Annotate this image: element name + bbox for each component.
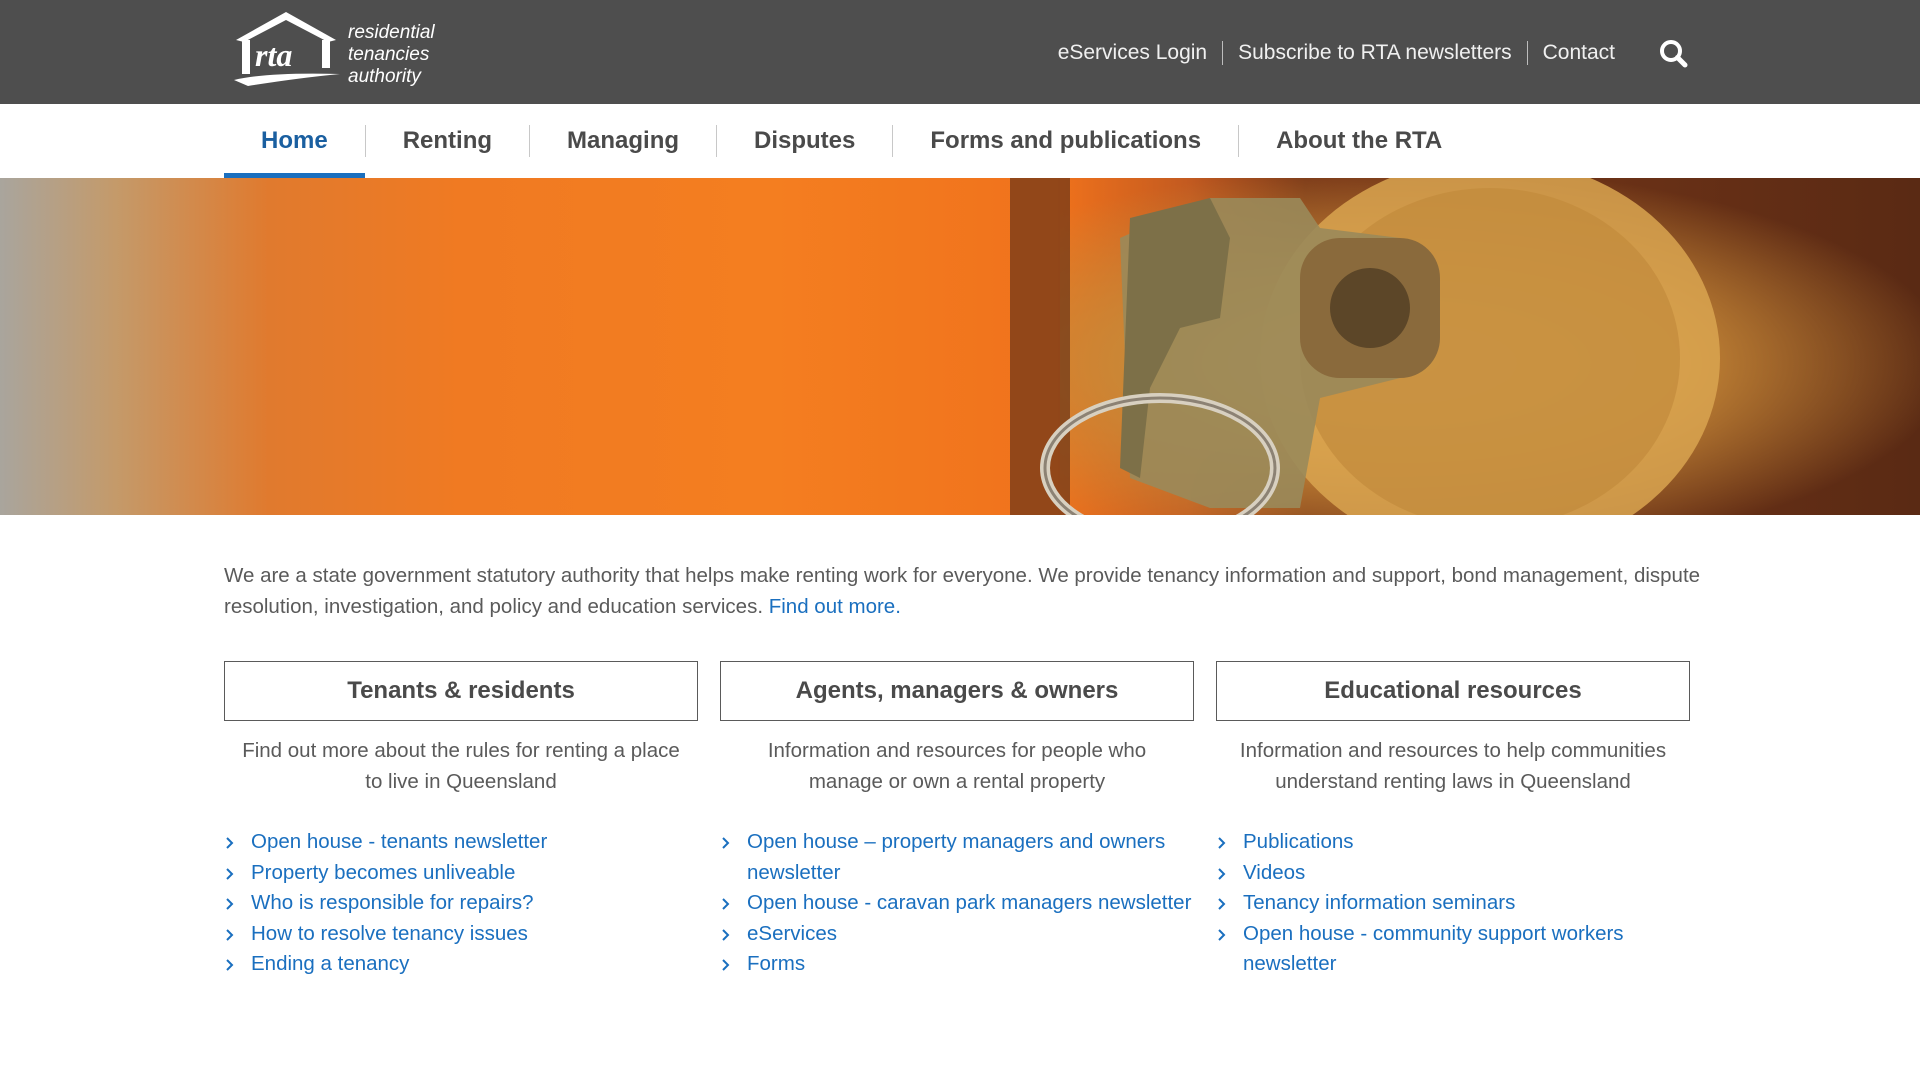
- list-item: Property becomes unliveable: [224, 858, 698, 889]
- intro-paragraph: We are a state government statutory auth…: [224, 560, 1704, 622]
- chevron-right-icon: [226, 959, 234, 972]
- key-in-lock-illustration: [1010, 178, 1720, 515]
- nav-disputes[interactable]: Disputes: [717, 104, 892, 178]
- link-tenants-newsletter[interactable]: Open house - tenants newsletter: [251, 830, 547, 853]
- tenants-residents-column: Tenants & residents Find out more about …: [224, 661, 698, 980]
- chevron-right-icon: [226, 898, 234, 910]
- logo-mark-text: rta: [255, 37, 292, 73]
- education-links-list: Publications Videos Tenancy information …: [1216, 827, 1690, 980]
- logo-word: tenancies: [348, 44, 430, 65]
- link-information-seminars[interactable]: Tenancy information seminars: [1243, 891, 1515, 914]
- link-videos[interactable]: Videos: [1243, 861, 1305, 884]
- list-item: Tenancy information seminars: [1216, 888, 1690, 919]
- link-eservices[interactable]: eServices: [747, 922, 837, 945]
- chevron-right-icon: [1218, 837, 1226, 849]
- list-item: Ending a tenancy: [224, 949, 698, 980]
- contact-link[interactable]: Contact: [1528, 39, 1630, 67]
- nav-about-rta[interactable]: About the RTA: [1239, 104, 1479, 178]
- find-out-more-link[interactable]: Find out more: [769, 595, 895, 618]
- chevron-right-icon: [226, 867, 234, 880]
- chevron-right-icon: [1218, 929, 1226, 941]
- link-caravan-park-newsletter[interactable]: Open house - caravan park managers newsl…: [747, 891, 1191, 914]
- link-publications[interactable]: Publications: [1243, 830, 1354, 853]
- list-item: Who is responsible for repairs?: [224, 888, 698, 919]
- nav-managing[interactable]: Managing: [530, 104, 716, 178]
- list-item: Publications: [1216, 827, 1690, 858]
- main-nav: Home Renting Managing Disputes Forms and…: [224, 104, 1479, 178]
- search-icon: [1660, 40, 1688, 68]
- search-button[interactable]: [1658, 38, 1690, 70]
- list-item: Open house - tenants newsletter: [224, 827, 698, 858]
- chevron-right-icon: [226, 929, 234, 941]
- column-description: Information and resources to help commun…: [1239, 739, 1667, 793]
- chevron-right-icon: [722, 837, 730, 849]
- logo-wordmark: residential tenancies authority: [348, 22, 435, 88]
- eservices-login-link[interactable]: eServices Login: [1043, 39, 1222, 67]
- list-item: Open house - community support workers n…: [1216, 919, 1690, 980]
- list-item: Videos: [1216, 858, 1690, 889]
- hero-image-key-in-lock: [0, 178, 1920, 515]
- link-repairs-responsibility[interactable]: Who is responsible for repairs?: [251, 891, 534, 914]
- nav-forms-publications[interactable]: Forms and publications: [893, 104, 1238, 178]
- link-forms[interactable]: Forms: [747, 952, 805, 975]
- educational-resources-column: Educational resources Information and re…: [1216, 661, 1690, 980]
- intro-link-suffix: .: [895, 595, 901, 618]
- logo-word: authority: [348, 66, 421, 87]
- top-bar: rta residential tenancies authority eSer…: [0, 0, 1920, 104]
- subscribe-newsletters-link[interactable]: Subscribe to RTA newsletters: [1223, 39, 1527, 67]
- nav-renting[interactable]: Renting: [366, 104, 529, 178]
- chevron-right-icon: [722, 929, 730, 941]
- utility-nav: eServices Login Subscribe to RTA newslet…: [1043, 38, 1630, 68]
- nav-home[interactable]: Home: [224, 104, 365, 178]
- agents-links-list: Open house – property managers and owner…: [720, 827, 1194, 980]
- link-resolve-issues[interactable]: How to resolve tenancy issues: [251, 922, 528, 945]
- tenants-residents-button[interactable]: Tenants & residents: [224, 661, 698, 721]
- column-description: Information and resources for people who…: [767, 739, 1147, 793]
- list-item: eServices: [720, 919, 1194, 950]
- list-item: Forms: [720, 949, 1194, 980]
- column-description: Find out more about the rules for rentin…: [242, 739, 680, 793]
- link-ending-tenancy[interactable]: Ending a tenancy: [251, 952, 409, 975]
- agents-managers-owners-button[interactable]: Agents, managers & owners: [720, 661, 1194, 721]
- chevron-right-icon: [722, 898, 730, 910]
- link-property-unliveable[interactable]: Property becomes unliveable: [251, 861, 515, 884]
- list-item: How to resolve tenancy issues: [224, 919, 698, 950]
- rta-logo[interactable]: rta residential tenancies authority: [228, 6, 458, 92]
- tenants-links-list: Open house - tenants newsletter Property…: [224, 827, 698, 980]
- list-item: Open house - caravan park managers newsl…: [720, 888, 1194, 919]
- chevron-right-icon: [1218, 898, 1226, 910]
- link-managers-owners-newsletter[interactable]: Open house – property managers and owner…: [747, 830, 1165, 884]
- logo-word: residential: [348, 22, 435, 43]
- chevron-right-icon: [1218, 867, 1226, 880]
- link-community-workers-newsletter[interactable]: Open house - community support workers n…: [1243, 922, 1624, 976]
- chevron-right-icon: [226, 837, 234, 849]
- rta-house-logo-icon: rta: [234, 12, 340, 86]
- list-item: Open house – property managers and owner…: [720, 827, 1194, 888]
- agents-managers-owners-column: Agents, managers & owners Information an…: [720, 661, 1194, 980]
- chevron-right-icon: [722, 959, 730, 972]
- educational-resources-button[interactable]: Educational resources: [1216, 661, 1690, 721]
- intro-text: We are a state government statutory auth…: [224, 564, 1701, 618]
